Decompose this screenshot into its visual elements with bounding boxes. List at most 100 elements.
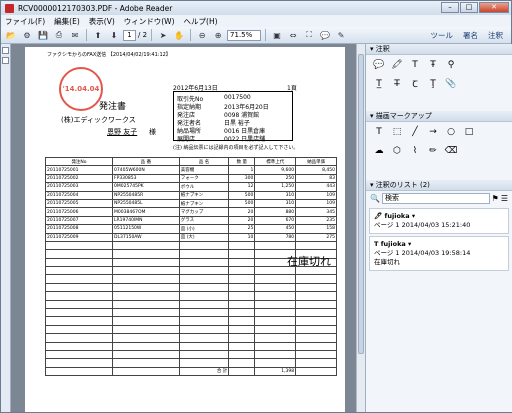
menu-help[interactable]: ヘルプ(H) <box>184 16 218 27</box>
vertical-scrollbar[interactable] <box>356 44 365 412</box>
minimize-button[interactable]: – <box>441 2 459 13</box>
menu-edit[interactable]: 編集(E) <box>54 16 80 27</box>
read-mode-icon[interactable]: ⛶ <box>302 29 316 42</box>
table-header-row: 発注No 品 番 品 名 数 量 標準上代 納品単価 <box>44 156 337 167</box>
zoom-out-icon[interactable]: ⊖ <box>195 29 209 42</box>
markup-header[interactable]: ▾ 描画マークアップ <box>366 111 512 122</box>
arrow-icon[interactable]: → <box>426 125 440 138</box>
line-icon[interactable]: ╱ <box>408 125 422 138</box>
page-total: / 2 <box>138 31 148 39</box>
search-icon: 🔍 <box>370 194 380 203</box>
document-area: ファクシモからのFAX送信 【2014/04/02/19:41:12】 '14.… <box>11 44 356 412</box>
tab-sign[interactable]: 署名 <box>458 30 483 41</box>
typewriter-icon[interactable]: Ŧ <box>426 58 440 71</box>
insert-text-icon[interactable]: Ꞇ <box>408 77 422 90</box>
fit-page-icon[interactable]: ▣ <box>270 29 284 42</box>
textbox-icon[interactable]: T <box>372 125 386 138</box>
menu-view[interactable]: 表示(V) <box>89 16 115 27</box>
text-annotation[interactable]: 在庫切れ <box>287 253 331 269</box>
stamp-icon[interactable]: ⚲ <box>444 58 458 71</box>
doc-recipient-suffix: 様 <box>149 128 156 136</box>
comment-list-header[interactable]: ▾ 注釈のリスト (2) <box>366 180 512 191</box>
doc-note: (注) 納品伝票には記録内の項目を必ず記入して下さい。 <box>173 145 299 151</box>
highlight-icon[interactable]: ✎ <box>334 29 348 42</box>
cell: 1 <box>228 165 256 175</box>
filter-icon[interactable]: ⚑ <box>492 194 499 203</box>
save-icon[interactable]: 💾 <box>36 29 50 42</box>
cloud-icon[interactable]: ☁ <box>372 144 386 157</box>
highlight-text-icon[interactable]: 🖍 <box>390 58 404 71</box>
info-value: 0017500 <box>224 94 251 101</box>
app-window: RCV0000012170303.PDF - Adobe Reader – □ … <box>0 0 512 413</box>
empty-row <box>44 282 337 293</box>
next-page-icon[interactable]: ⬇ <box>107 29 121 42</box>
zoom-input[interactable]: 71.5% <box>227 29 262 41</box>
comment-item[interactable]: 🖊 fujioka ▾ ページ 1 2014/04/03 15:21:40 <box>369 208 509 234</box>
toolbar: 📂 ⚙ 💾 ⎙ ✉ ⬆ ⬇ 1 / 2 ➤ ✋ ⊖ ⊕ 71.5% ▣ ⇔ ⛶ … <box>1 27 511 44</box>
tab-tools[interactable]: ツール <box>426 30 459 41</box>
cell: 紙ナプキン <box>178 190 230 200</box>
column-header: 標準上代 <box>254 156 297 167</box>
create-icon[interactable]: ⚙ <box>20 29 34 42</box>
cell: 880 <box>254 207 297 217</box>
pencil-icon[interactable]: ✏ <box>426 144 440 157</box>
maximize-button[interactable]: □ <box>460 2 478 13</box>
open-icon[interactable]: 📂 <box>4 29 18 42</box>
column-header: 発注No <box>44 156 114 167</box>
callout-icon[interactable]: ⬚ <box>390 125 404 138</box>
attach-icon[interactable]: 📎 <box>444 77 458 90</box>
zoom-in-icon[interactable]: ⊕ <box>211 29 225 42</box>
cell: 450 <box>254 224 297 234</box>
page-number-input[interactable]: 1 <box>123 29 136 41</box>
print-icon[interactable]: ⎙ <box>52 29 66 42</box>
empty-row <box>44 316 337 326</box>
tab-comment[interactable]: 注釈 <box>483 30 508 41</box>
menu-window[interactable]: ウィンドウ(W) <box>124 16 175 27</box>
cell: 20110725007 <box>44 215 114 226</box>
comment-type-icon: 🖊 <box>374 212 383 220</box>
underline-icon[interactable]: T̲ <box>372 77 386 90</box>
table-row: 20110725004 NP2550485R 紙ナプキン 500 310 109 <box>44 190 337 200</box>
comment-search-input[interactable]: 検索 <box>381 193 490 204</box>
comment-item[interactable]: T fujioka ▾ ページ 1 2014/04/03 19:58:14 在庫… <box>369 236 509 271</box>
attachment-icon[interactable] <box>2 57 9 64</box>
strikethrough-icon[interactable]: T̶ <box>390 77 404 90</box>
hand-tool-icon[interactable]: ✋ <box>172 29 186 42</box>
prev-page-icon[interactable]: ⬆ <box>91 29 105 42</box>
comment-icon[interactable]: 💬 <box>318 29 332 42</box>
replace-text-icon[interactable]: Ţ <box>426 77 440 90</box>
markup-tools-2: ☁ ⬡ ⌇ ✏ ⌫ <box>366 141 512 160</box>
table-row: 20110725003 0M025745PK ボウル 12 1,250 443 <box>44 182 337 192</box>
annotations-header[interactable]: ▾ 注釈 <box>366 44 512 55</box>
menu-file[interactable]: ファイル(F) <box>5 16 45 27</box>
scroll-thumb[interactable] <box>358 54 364 354</box>
email-icon[interactable]: ✉ <box>68 29 82 42</box>
empty-row <box>44 358 337 368</box>
info-value: 0022 日黒店舗 <box>224 136 266 143</box>
text-box-icon[interactable]: T <box>408 58 422 71</box>
sticky-note-icon[interactable]: 💬 <box>372 58 386 71</box>
cell: マグカップ <box>178 207 230 217</box>
oval-icon[interactable]: ○ <box>444 125 458 138</box>
cell: M0038467OM <box>112 207 180 217</box>
comment-author: fujioka <box>384 212 410 220</box>
cell: グラス <box>178 215 230 226</box>
cell: FP330853 <box>112 173 180 184</box>
cell: LR19740IMN <box>112 215 180 226</box>
polygon-icon[interactable]: ⬡ <box>390 144 404 157</box>
empty-row <box>44 324 337 335</box>
column-header: 品 名 <box>178 156 230 167</box>
date-stamp: '14.04.04 <box>59 67 103 111</box>
cell: 20110725006 <box>44 207 114 217</box>
menu-bar: ファイル(F) 編集(E) 表示(V) ウィンドウ(W) ヘルプ(H) <box>1 15 511 27</box>
pages-icon[interactable] <box>2 47 9 54</box>
select-tool-icon[interactable]: ➤ <box>156 29 170 42</box>
close-button[interactable]: ✕ <box>479 2 509 13</box>
table-row: 20110725009 DL37150AW 皿 (大) 10 780 275 <box>44 232 337 242</box>
annotation-tools-2: T̲ T̶ Ꞇ Ţ 📎 <box>366 74 512 93</box>
fit-width-icon[interactable]: ⇔ <box>286 29 300 42</box>
options-icon[interactable]: ☰ <box>501 194 508 203</box>
polyline-icon[interactable]: ⌇ <box>408 144 422 157</box>
eraser-icon[interactable]: ⌫ <box>444 144 458 157</box>
rectangle-icon[interactable]: □ <box>462 125 476 138</box>
